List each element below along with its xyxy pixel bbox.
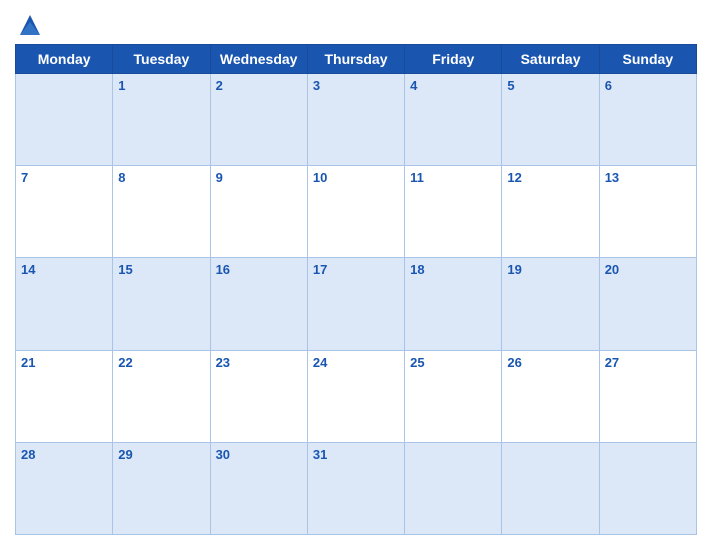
day-number: 30: [216, 447, 230, 462]
day-number: 5: [507, 78, 514, 93]
day-number: 31: [313, 447, 327, 462]
calendar-empty-cell: [16, 74, 113, 166]
day-number: 3: [313, 78, 320, 93]
calendar-day-29: 29: [113, 442, 210, 534]
weekday-header-friday: Friday: [405, 45, 502, 74]
day-number: 16: [216, 262, 230, 277]
calendar-table: MondayTuesdayWednesdayThursdayFridaySatu…: [15, 44, 697, 535]
day-number: 10: [313, 170, 327, 185]
logo-area: [15, 10, 49, 40]
calendar-day-18: 18: [405, 258, 502, 350]
weekday-header-saturday: Saturday: [502, 45, 599, 74]
calendar-day-21: 21: [16, 350, 113, 442]
day-number: 18: [410, 262, 424, 277]
weekday-header-monday: Monday: [16, 45, 113, 74]
top-bar: [15, 10, 697, 40]
calendar-header: MondayTuesdayWednesdayThursdayFridaySatu…: [16, 45, 697, 74]
calendar-day-31: 31: [307, 442, 404, 534]
day-number: 25: [410, 355, 424, 370]
calendar-day-6: 6: [599, 74, 696, 166]
calendar-day-26: 26: [502, 350, 599, 442]
weekday-header-wednesday: Wednesday: [210, 45, 307, 74]
day-number: 8: [118, 170, 125, 185]
calendar-day-20: 20: [599, 258, 696, 350]
calendar-day-13: 13: [599, 166, 696, 258]
day-number: 20: [605, 262, 619, 277]
day-number: 14: [21, 262, 35, 277]
day-number: 29: [118, 447, 132, 462]
calendar-day-4: 4: [405, 74, 502, 166]
day-number: 26: [507, 355, 521, 370]
day-number: 11: [410, 170, 424, 185]
calendar-day-22: 22: [113, 350, 210, 442]
calendar-week-row: 1 2 3 4 5 6: [16, 74, 697, 166]
day-number: 1: [118, 78, 125, 93]
day-number: 7: [21, 170, 28, 185]
calendar-body: 1234567891011121314151617181920212223242…: [16, 74, 697, 535]
calendar-day-23: 23: [210, 350, 307, 442]
calendar-day-11: 11: [405, 166, 502, 258]
calendar-day-7: 7: [16, 166, 113, 258]
calendar-empty-cell: [502, 442, 599, 534]
calendar-day-24: 24: [307, 350, 404, 442]
calendar-day-27: 27: [599, 350, 696, 442]
calendar-day-3: 3: [307, 74, 404, 166]
day-number: 2: [216, 78, 223, 93]
weekday-header-sunday: Sunday: [599, 45, 696, 74]
calendar-day-5: 5: [502, 74, 599, 166]
calendar-empty-cell: [405, 442, 502, 534]
day-number: 19: [507, 262, 521, 277]
calendar-day-19: 19: [502, 258, 599, 350]
day-number: 17: [313, 262, 327, 277]
calendar-day-30: 30: [210, 442, 307, 534]
day-number: 24: [313, 355, 327, 370]
day-number: 9: [216, 170, 223, 185]
calendar-day-14: 14: [16, 258, 113, 350]
calendar-day-1: 1: [113, 74, 210, 166]
calendar-week-row: 28 29 30 31: [16, 442, 697, 534]
calendar-day-15: 15: [113, 258, 210, 350]
calendar-week-row: 7 8 9 10 11 12 13: [16, 166, 697, 258]
calendar-day-10: 10: [307, 166, 404, 258]
calendar-day-12: 12: [502, 166, 599, 258]
day-number: 13: [605, 170, 619, 185]
calendar-day-25: 25: [405, 350, 502, 442]
weekday-header-thursday: Thursday: [307, 45, 404, 74]
day-number: 4: [410, 78, 417, 93]
day-number: 15: [118, 262, 132, 277]
day-number: 12: [507, 170, 521, 185]
calendar-day-17: 17: [307, 258, 404, 350]
calendar-empty-cell: [599, 442, 696, 534]
day-number: 22: [118, 355, 132, 370]
calendar-day-28: 28: [16, 442, 113, 534]
calendar-week-row: 14 15 16 17 18 19 20: [16, 258, 697, 350]
day-number: 21: [21, 355, 35, 370]
generalblue-logo-icon: [15, 10, 45, 40]
day-number: 6: [605, 78, 612, 93]
weekday-header-tuesday: Tuesday: [113, 45, 210, 74]
calendar-day-16: 16: [210, 258, 307, 350]
weekday-header-row: MondayTuesdayWednesdayThursdayFridaySatu…: [16, 45, 697, 74]
calendar-day-9: 9: [210, 166, 307, 258]
day-number: 23: [216, 355, 230, 370]
calendar-day-8: 8: [113, 166, 210, 258]
calendar-day-2: 2: [210, 74, 307, 166]
day-number: 27: [605, 355, 619, 370]
day-number: 28: [21, 447, 35, 462]
calendar-week-row: 21 22 23 24 25 26 27: [16, 350, 697, 442]
